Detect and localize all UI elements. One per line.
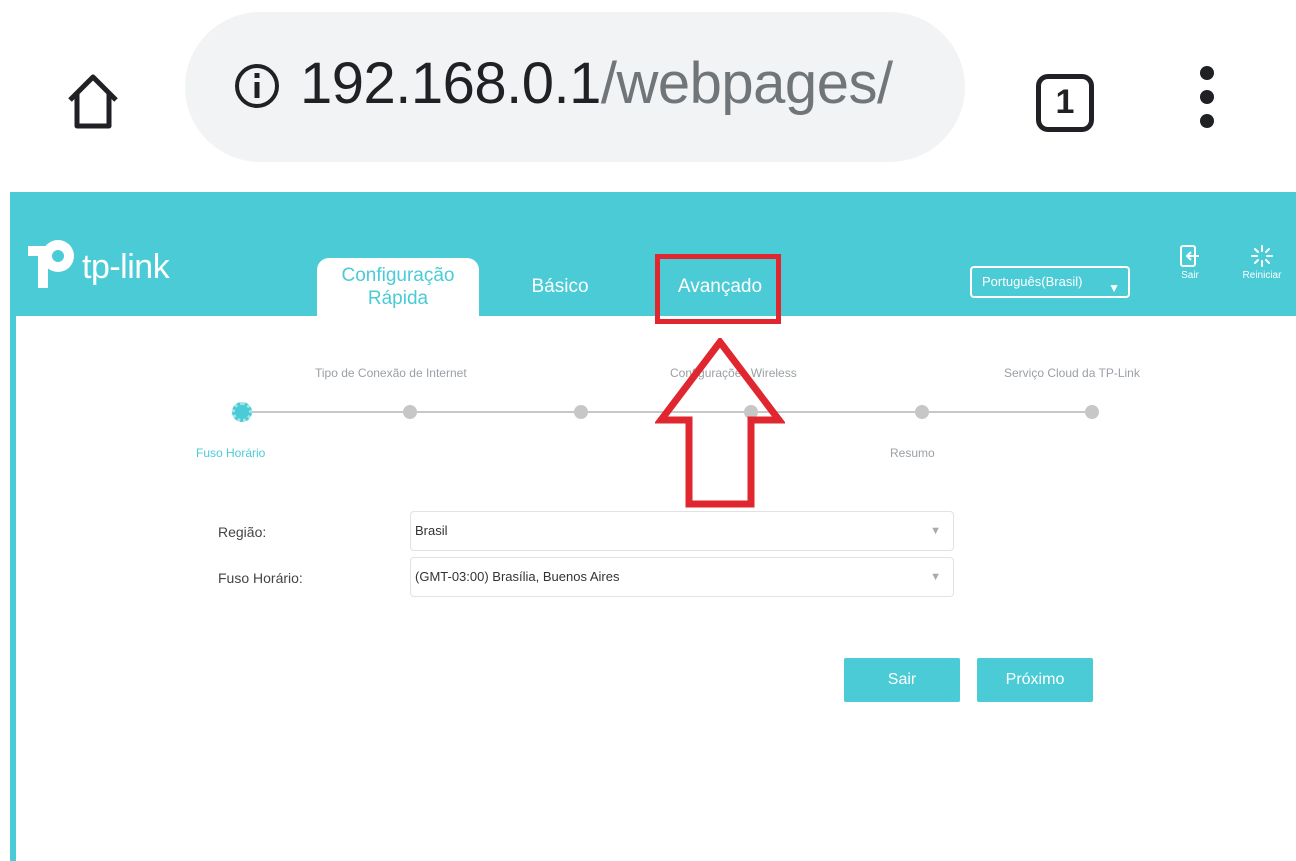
tp-link-logo: tp-link [18,232,208,302]
tab-switcher-button[interactable]: 1 [1036,74,1094,132]
url-fade [887,42,947,132]
exit-button[interactable]: Sair [844,658,960,702]
region-label: Região: [218,524,267,540]
url-host: 192.168.0.1 [300,51,601,116]
logout-label: Sair [1181,270,1199,281]
chevron-down-icon: ▼ [930,525,941,537]
reboot-button[interactable]: Reiniciar [1232,244,1292,281]
step-label-connection-type: Tipo de Conexão de Internet [315,366,467,380]
overflow-menu-icon[interactable] [1190,60,1224,140]
chevron-down-icon: ▼ [1108,281,1120,295]
browser-toolbar: 192.168.0.1/webpages/ 1 [0,0,1296,190]
tab-quick-setup[interactable]: Configuração Rápida [317,258,479,320]
step-dot-timezone[interactable] [232,402,252,422]
next-button[interactable]: Próximo [977,658,1093,702]
timezone-select[interactable]: (GMT-03:00) Brasília, Buenos Aires ▼ [410,557,954,597]
tp-link-logo-mark [28,240,74,288]
reboot-icon [1251,245,1273,267]
logout-icon [1180,245,1199,267]
top-header: tp-link Configuração Rápida Básico Avanç… [10,192,1296,320]
step-dot-2[interactable] [574,405,588,419]
step-label-cloud: Serviço Cloud da TP-Link [1004,366,1140,380]
annotation-highlight-box [655,254,781,324]
url-text: 192.168.0.1/webpages/ [300,50,893,117]
timezone-label: Fuso Horário: [218,570,303,586]
reboot-label: Reiniciar [1242,270,1282,281]
language-value: Português(Brasil) [982,274,1083,289]
tab-quick-setup-line2: Rápida [367,288,429,309]
logo-text: tp-link [82,248,170,286]
url-path: /webpages/ [600,51,893,116]
home-icon[interactable] [62,70,124,132]
step-dot-cloud[interactable] [1085,405,1099,419]
logout-button[interactable]: Sair [1160,244,1220,281]
region-value: Brasil [415,523,448,538]
step-dot-connection-type[interactable] [403,405,417,419]
tab-quick-setup-line1: Configuração [341,265,455,286]
step-label-summary: Resumo [890,446,935,460]
address-bar[interactable]: 192.168.0.1/webpages/ [185,12,965,162]
timezone-value: (GMT-03:00) Brasília, Buenos Aires [415,569,620,584]
tab-basic[interactable]: Básico [515,276,605,298]
region-select[interactable]: Brasil ▼ [410,511,954,551]
chevron-down-icon: ▼ [930,571,941,583]
info-icon[interactable] [233,62,281,110]
annotation-arrow-up-icon [655,338,785,508]
screenshot-root: 192.168.0.1/webpages/ 1 tp-link Configur… [0,0,1296,861]
step-dot-4[interactable] [915,405,929,419]
step-label-timezone: Fuso Horário [196,446,266,460]
language-select[interactable]: Português(Brasil) ▼ [970,266,1130,298]
